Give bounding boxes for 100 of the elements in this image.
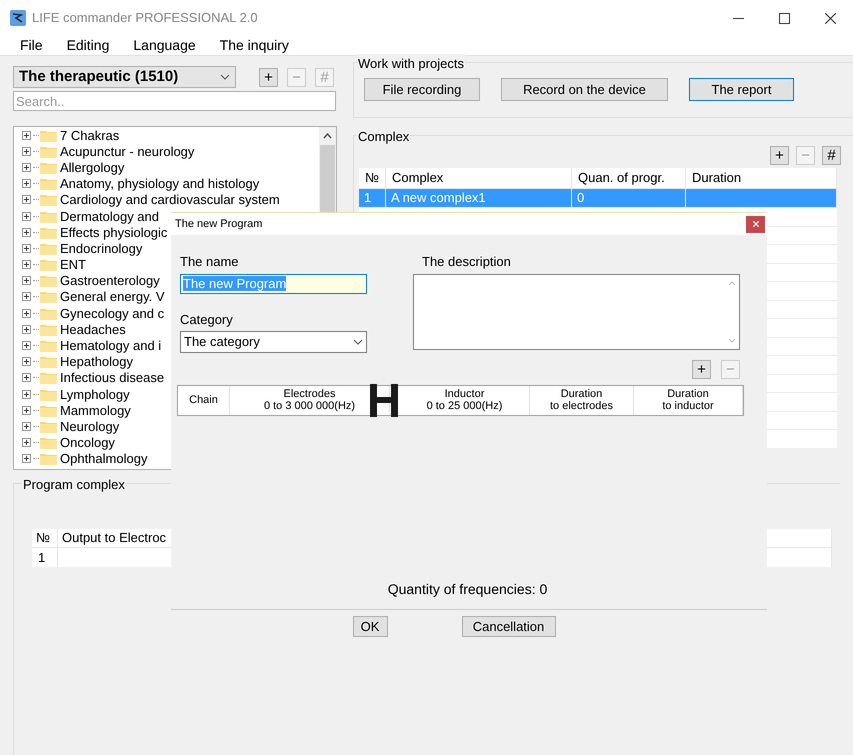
expand-icon[interactable]	[22, 406, 31, 415]
tree-item[interactable]: Oncology	[60, 435, 115, 450]
expand-icon[interactable]	[22, 260, 31, 270]
expand-icon[interactable]	[22, 357, 31, 366]
category-select[interactable]: The category	[180, 331, 367, 353]
expand-icon[interactable]	[22, 146, 31, 156]
column-header[interactable]: Electrodes 0 to 3 000 000(Hz)	[264, 388, 356, 412]
action-button[interactable]: The report	[689, 78, 794, 101]
close-button[interactable]	[746, 216, 765, 232]
folder-icon	[40, 452, 57, 466]
folder-icon	[40, 177, 57, 190]
folder-icon	[40, 226, 57, 239]
tool-button[interactable]: +	[692, 360, 711, 378]
action-button[interactable]: Record on the device	[501, 78, 668, 101]
folder-icon	[40, 420, 57, 433]
column-header[interactable]: №	[32, 529, 58, 547]
tree-item[interactable]: Neurology	[60, 418, 120, 434]
folder-icon	[40, 322, 57, 336]
close-icon	[752, 221, 758, 227]
dialog-title: The new Program	[175, 216, 262, 232]
tree-item[interactable]: Acupunctur - neurology	[60, 144, 194, 159]
folder-icon	[40, 210, 57, 223]
folder-icon	[40, 436, 57, 450]
folder-icon	[40, 242, 57, 255]
folder-icon	[40, 160, 57, 174]
column-header[interactable]: Quan. of progr.	[572, 168, 686, 188]
menu-item[interactable]: Editing	[56, 35, 120, 56]
expand-icon[interactable]	[22, 373, 31, 382]
folder-icon	[40, 193, 57, 206]
expand-icon[interactable]	[22, 390, 31, 399]
tree-item[interactable]: 7 Chakras	[60, 128, 120, 143]
tree-item[interactable]: General energy. V	[60, 289, 165, 304]
tree-item[interactable]: Mammology	[60, 402, 131, 418]
tree-item[interactable]: Ophthalmology	[60, 451, 148, 466]
tree-item[interactable]: Anatomy, physiology and histology	[60, 176, 260, 192]
table-cell: 1	[32, 548, 58, 567]
scroll-up-icon[interactable]	[323, 133, 332, 139]
app-logo-icon	[10, 10, 26, 26]
column-header[interactable]: Complex	[386, 168, 572, 188]
tree-item[interactable]: Effects physiologic	[60, 224, 168, 240]
tree-item[interactable]: Headaches	[60, 322, 126, 337]
field-label: Category	[180, 310, 234, 329]
base-select[interactable]: The therapeutic (1510)	[13, 66, 236, 88]
tool-button[interactable]: #	[822, 146, 841, 165]
column-header[interactable]: Duration to inductor	[662, 388, 714, 412]
expand-icon[interactable]	[22, 162, 31, 172]
tree-item[interactable]: Dermatology and	[60, 208, 159, 224]
tree-item[interactable]: Allergology	[60, 160, 124, 175]
action-button[interactable]: File recording	[364, 78, 480, 101]
menu-item[interactable]: The inquiry	[210, 35, 299, 56]
column-header[interactable]: Chain	[189, 394, 218, 406]
tool-button[interactable]: +	[770, 146, 789, 165]
column-header[interactable]: Duration	[686, 168, 837, 188]
folder-icon	[40, 274, 57, 288]
tree-item[interactable]: Gastroenterology	[60, 273, 160, 288]
search-field[interactable]: Search..	[13, 91, 336, 111]
expand-icon[interactable]	[22, 179, 31, 188]
tool-button[interactable]: +	[259, 68, 278, 86]
tree-item[interactable]: Endocrinology	[60, 240, 142, 256]
expand-icon[interactable]	[22, 341, 31, 350]
column-header[interactable]: №	[359, 168, 386, 188]
expand-icon[interactable]	[22, 422, 31, 431]
tree-item[interactable]: Cardiology and cardiovascular system	[60, 192, 280, 208]
chevron-down-icon	[353, 339, 363, 345]
menu-item[interactable]: Language	[123, 35, 206, 56]
tree-item[interactable]: ENT	[60, 257, 86, 272]
column-header[interactable]: Inductor 0 to 25 000(Hz)	[416, 388, 502, 412]
cancel-button[interactable]: Cancellation	[462, 616, 556, 636]
tree-item[interactable]: Hepathology	[60, 354, 133, 370]
expand-icon[interactable]	[22, 212, 31, 221]
menu-item[interactable]: File	[10, 35, 53, 56]
close-icon	[824, 12, 836, 24]
folder-icon	[40, 339, 57, 352]
tree-item[interactable]: Hematology and i	[60, 338, 162, 354]
expand-icon[interactable]	[22, 130, 31, 140]
expand-icon[interactable]	[22, 195, 31, 204]
column-header[interactable]: Duration to electrodes	[550, 388, 613, 412]
expand-icon[interactable]	[22, 228, 31, 237]
expand-icon[interactable]	[22, 324, 31, 334]
resize-cursor-icon	[370, 384, 398, 416]
expand-icon[interactable]	[22, 292, 31, 302]
expand-icon[interactable]	[22, 276, 31, 286]
frequency-count: Quantity of frequencies: 0	[388, 580, 548, 599]
folder-icon	[40, 404, 57, 417]
ok-button[interactable]: OK	[352, 616, 388, 636]
expand-icon[interactable]	[22, 454, 31, 464]
folder-icon	[40, 128, 57, 142]
expand-icon[interactable]	[22, 244, 31, 253]
folder-icon	[40, 306, 57, 320]
maximize-icon	[778, 12, 790, 24]
tree-item[interactable]: Lymphology	[60, 386, 130, 402]
expand-icon[interactable]	[22, 308, 31, 318]
folder-icon	[40, 371, 57, 384]
tree-item[interactable]: Gynecology and c	[60, 306, 164, 321]
field-label: The description	[421, 253, 512, 271]
window-title: LIFE commander PROFESSIONAL 2.0	[32, 9, 258, 28]
chevron-down-icon	[220, 74, 230, 80]
tree-item[interactable]: Infectious disease	[60, 370, 164, 386]
folder-icon	[40, 258, 57, 272]
expand-icon[interactable]	[22, 438, 31, 448]
